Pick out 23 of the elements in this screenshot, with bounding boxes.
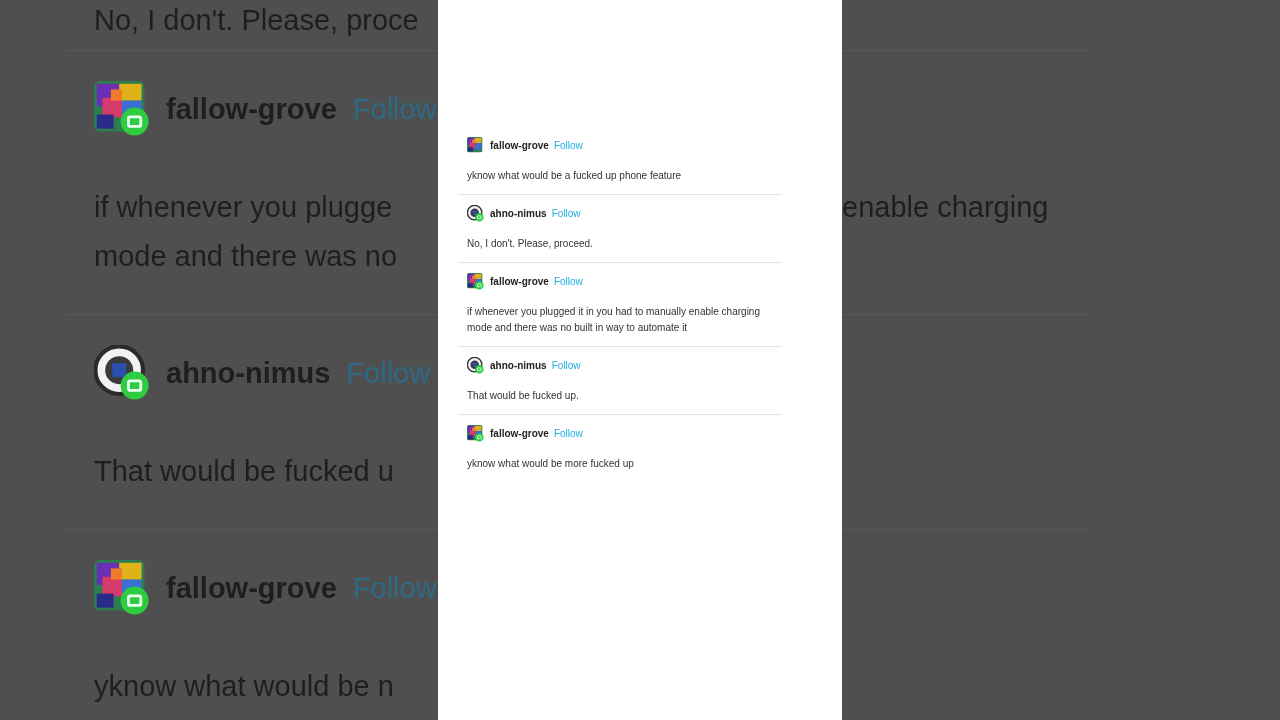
- follow-link[interactable]: Follow: [553, 139, 583, 151]
- post-text: if whenever you plugged it in you had to manually enable charging mode and there was no built in way to automate it: [467, 305, 761, 335]
- username[interactable]: fallow-grove: [490, 139, 549, 151]
- username[interactable]: fallow-grove: [490, 427, 549, 439]
- avatar-icon[interactable]: [467, 272, 484, 290]
- username[interactable]: ahno-nimus: [490, 207, 547, 219]
- follow-link[interactable]: Follow: [551, 207, 581, 219]
- avatar-icon[interactable]: [94, 81, 150, 137]
- follow-link[interactable]: Follow: [553, 427, 583, 439]
- username[interactable]: ahno-nimus: [490, 359, 547, 371]
- avatar-icon[interactable]: [467, 356, 484, 374]
- follow-link[interactable]: Follow: [551, 359, 581, 371]
- post-text: That would be fucked up.: [467, 389, 580, 403]
- avatar-icon[interactable]: [94, 560, 150, 616]
- post-text: yknow what would be more fucked up: [467, 457, 635, 471]
- avatar-icon[interactable]: [467, 204, 484, 222]
- post-text: No, I don't. Please, proceed.: [467, 237, 594, 251]
- follow-link[interactable]: Follow: [553, 275, 583, 287]
- post-text: yknow what would be a fucked up phone feature: [467, 169, 683, 183]
- username[interactable]: fallow-grove: [490, 275, 549, 287]
- avatar-icon[interactable]: [94, 345, 150, 401]
- avatar-icon[interactable]: [467, 424, 484, 442]
- avatar-icon[interactable]: [467, 136, 484, 154]
